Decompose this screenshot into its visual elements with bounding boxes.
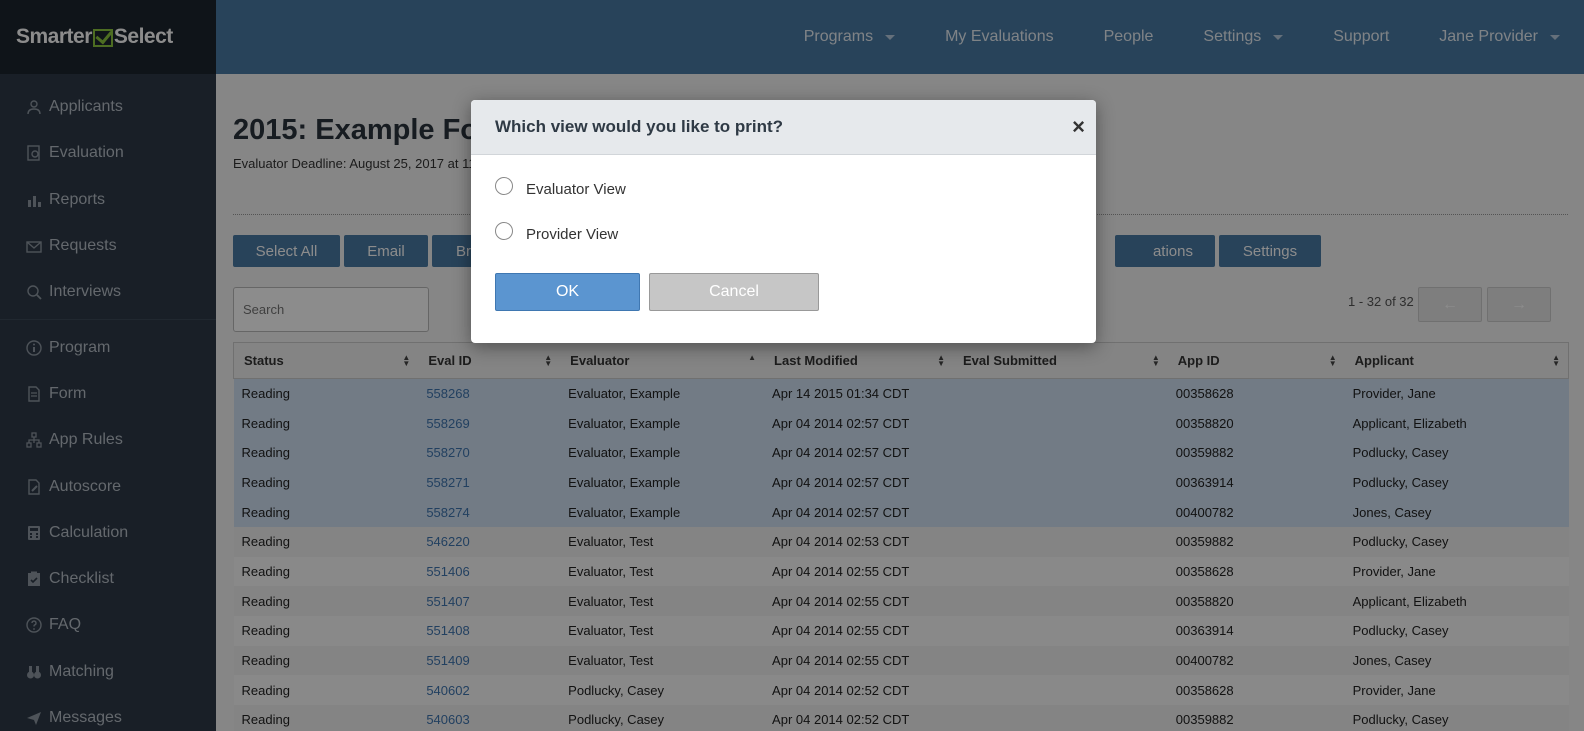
- dialog-title: Which view would you like to print?: [495, 117, 784, 136]
- close-icon[interactable]: ×: [1072, 116, 1085, 138]
- evaluator-view-label[interactable]: Evaluator View: [526, 181, 626, 198]
- cancel-button[interactable]: Cancel: [649, 273, 819, 311]
- provider-view-radio[interactable]: [495, 222, 513, 240]
- ok-button[interactable]: OK: [495, 273, 640, 311]
- evaluator-view-option[interactable]: Evaluator View: [495, 177, 626, 198]
- provider-view-option[interactable]: Provider View: [495, 222, 618, 243]
- evaluator-view-radio[interactable]: [495, 177, 513, 195]
- provider-view-label[interactable]: Provider View: [526, 226, 618, 243]
- print-view-dialog: Which view would you like to print? × Ev…: [471, 100, 1096, 343]
- dialog-header: Which view would you like to print? ×: [471, 100, 1096, 155]
